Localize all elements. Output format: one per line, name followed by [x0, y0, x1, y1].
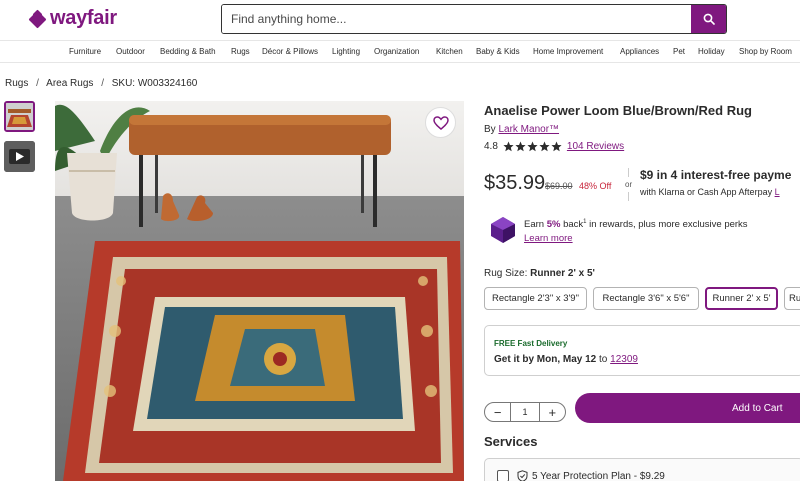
rating-value: 4.8 [484, 141, 498, 152]
add-to-cart-button[interactable]: Add to Cart [575, 393, 800, 423]
nav-item-lighting[interactable]: Lighting [332, 47, 360, 56]
delivery-date: Get it by Mon, May 12 [494, 354, 597, 365]
nav-item-decor-pillows[interactable]: Décor & Pillows [262, 47, 318, 56]
installment-learn-link[interactable]: L [775, 187, 780, 197]
delivery-zip-link[interactable]: 12309 [610, 354, 638, 365]
rewards-rest: in rewards, plus more exclusive perks [589, 219, 748, 231]
size-option-rectangle-2x3[interactable]: Rectangle 2'3" x 3'9" [484, 287, 587, 310]
logo-mark-icon [28, 9, 47, 28]
installment-subtitle: with Klarna or Cash App Afterpay L [640, 187, 780, 197]
heart-icon [432, 115, 449, 130]
nav-item-kitchen[interactable]: Kitchen [436, 47, 463, 56]
favorite-button[interactable] [425, 107, 456, 138]
nav-item-holiday[interactable]: Holiday [698, 47, 725, 56]
site-header: wayfair [0, 0, 800, 41]
star-rating [503, 141, 562, 152]
delivery-estimate: Get it by Mon, May 12 to 12309 [494, 354, 638, 365]
thumbnail-image-1[interactable] [4, 101, 35, 132]
rewards-learn-more-link[interactable]: Learn more [524, 233, 573, 244]
star-icon [503, 141, 514, 152]
nav-item-furniture[interactable]: Furniture [69, 47, 101, 56]
breadcrumb: Rugs / Area Rugs / SKU: W003324160 [5, 78, 197, 89]
size-option-rectangle-3x5[interactable]: Rectangle 3'6" x 5'6" [593, 287, 699, 310]
installment-title: $9 in 4 interest-free payme [640, 168, 792, 182]
or-separator: or [625, 180, 633, 189]
protection-plan-label: 5 Year Protection Plan - $9.29 [532, 471, 665, 481]
by-prefix: By [484, 124, 496, 135]
nav-item-rugs[interactable]: Rugs [231, 47, 250, 56]
breadcrumb-separator: / [101, 78, 104, 89]
logo-text: wayfair [50, 7, 117, 29]
divider [628, 168, 629, 177]
delivery-box: FREE Fast Delivery Get it by Mon, May 12… [484, 325, 800, 376]
services-heading: Services [484, 434, 538, 449]
reviews-link[interactable]: 104 Reviews [567, 141, 624, 152]
nav-item-home-improvement[interactable]: Home Improvement [533, 47, 603, 56]
search-icon [703, 13, 715, 25]
product-title: Anaelise Power Loom Blue/Brown/Red Rug [484, 103, 752, 118]
star-icon [551, 141, 562, 152]
product-main-image[interactable] [55, 101, 464, 481]
rewards-percent: 5% [546, 219, 561, 231]
protection-plan-checkbox[interactable] [497, 470, 509, 481]
size-label-prefix: Rug Size: [484, 268, 528, 279]
category-nav: Furniture Outdoor Bedding & Bath Rugs Dé… [0, 41, 800, 63]
quantity-stepper: − 1 + [484, 402, 566, 422]
sale-price: $35.99 [484, 172, 546, 194]
wayfair-logo[interactable]: wayfair [28, 7, 117, 30]
size-option-runner-more[interactable]: Ru [784, 287, 800, 310]
nav-item-appliances[interactable]: Appliances [620, 47, 659, 56]
quantity-input[interactable]: 1 [510, 402, 540, 422]
search-button[interactable] [691, 5, 726, 33]
free-delivery-badge: FREE Fast Delivery [494, 339, 568, 348]
size-selected-value: Runner 2' x 5' [530, 268, 595, 279]
rewards-text: Earn 5% back1 in rewards, plus more excl… [524, 219, 748, 230]
product-byline: By Lark Manor™ [484, 124, 559, 135]
breadcrumb-area-rugs[interactable]: Area Rugs [46, 78, 93, 89]
search-bar [221, 4, 727, 34]
original-price: $69.00 [545, 181, 573, 191]
nav-item-baby-kids[interactable]: Baby & Kids [476, 47, 520, 56]
installment-text: with Klarna or Cash App Afterpay [640, 187, 773, 197]
nav-item-outdoor[interactable]: Outdoor [116, 47, 145, 56]
nav-item-organization[interactable]: Organization [374, 47, 419, 56]
star-icon [515, 141, 526, 152]
discount-percent: 48% Off [579, 181, 612, 191]
play-icon [4, 141, 35, 172]
rewards-gem-icon [491, 217, 515, 243]
rewards-back: back [563, 219, 584, 231]
nav-item-bedding-bath[interactable]: Bedding & Bath [160, 47, 216, 56]
search-input[interactable] [222, 5, 692, 33]
quantity-decrease-button[interactable]: − [485, 402, 510, 422]
brand-link[interactable]: Lark Manor™ [498, 124, 559, 135]
size-label: Rug Size: Runner 2' x 5' [484, 268, 595, 279]
star-icon [539, 141, 550, 152]
nav-item-shop-by-room[interactable]: Shop by Room [739, 47, 792, 56]
thumbnail-video[interactable] [4, 141, 35, 172]
breadcrumb-sku: SKU: W003324160 [111, 78, 198, 89]
breadcrumb-rugs[interactable]: Rugs [5, 78, 28, 89]
delivery-to: to [599, 354, 608, 365]
quantity-increase-button[interactable]: + [540, 402, 565, 422]
add-to-cart-label: Add to Cart [732, 402, 783, 414]
rewards-footnote: 1 [583, 219, 587, 225]
size-option-runner-2x5[interactable]: Runner 2' x 5' [705, 287, 778, 310]
divider [628, 192, 629, 201]
shield-icon [517, 470, 528, 481]
star-icon [527, 141, 538, 152]
breadcrumb-separator: / [36, 78, 39, 89]
nav-item-pet[interactable]: Pet [673, 47, 685, 56]
rewards-earn: Earn [524, 219, 545, 231]
protection-plan-option: 5 Year Protection Plan - $9.29 [484, 458, 800, 481]
rating-row: 4.8 104 Reviews [484, 141, 624, 152]
